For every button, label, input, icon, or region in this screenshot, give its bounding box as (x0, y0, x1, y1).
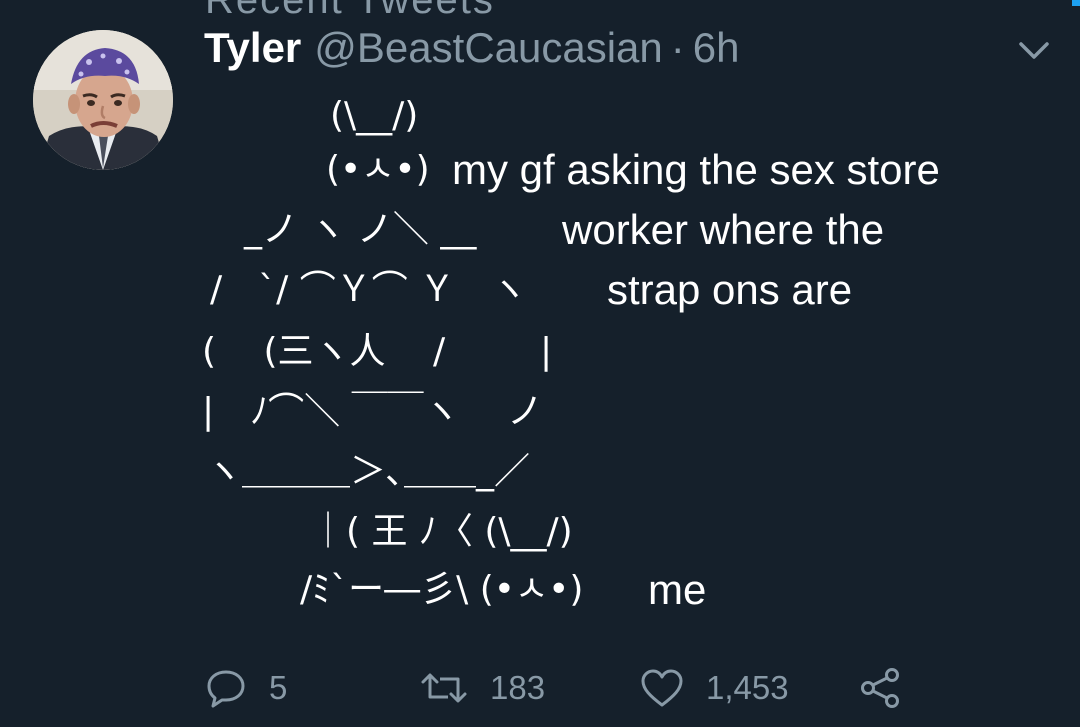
reply-count: 5 (269, 669, 288, 706)
retweet-button[interactable]: 183 (420, 660, 545, 716)
tweet-text-line: ｜( 王 ﾉ〈 (\__/) (310, 511, 573, 552)
tweet-text-line: | ﾉ⌒＼ ￣￣ヽ ノ (202, 391, 544, 432)
tweet-text-line: _ノ ヽ ノ＼ __ (244, 209, 477, 250)
tweet-text-line: me (648, 566, 707, 613)
tweet-text: (\__/) (•ㅅ•) my gf asking the sex store … (0, 0, 1080, 640)
retweet-count: 183 (490, 669, 546, 706)
share-icon (861, 668, 899, 708)
tweet-text-line: my gf asking the sex store (452, 146, 940, 193)
like-button[interactable]: 1,453 (640, 660, 789, 716)
tweet-text-line: (•ㅅ•) (326, 149, 430, 190)
tweet-text-line: / `/ ⌒Ｙ⌒ Ｙ ヽ (210, 269, 528, 310)
tweet-text-line: (\__/) (330, 95, 419, 136)
tweet-text-line: worker where the (562, 206, 885, 253)
tweet-actions: 5 183 1,453 (0, 660, 1080, 716)
like-count: 1,453 (706, 669, 789, 706)
reply-icon (207, 670, 245, 708)
tweet-text-line: ( (三ヽ人 / | (202, 331, 553, 372)
tweet-text-line: ヽ＿＿＿＞､＿＿_／ (206, 451, 531, 492)
share-button[interactable] (858, 660, 904, 716)
retweet-icon (421, 673, 467, 703)
reply-button[interactable]: 5 (205, 660, 287, 716)
heart-icon (641, 669, 683, 707)
tweet-text-line: /ﾐ`ー―彡\ (•ㅅ•) (300, 569, 584, 610)
tweet-text-line: strap ons are (607, 266, 853, 313)
